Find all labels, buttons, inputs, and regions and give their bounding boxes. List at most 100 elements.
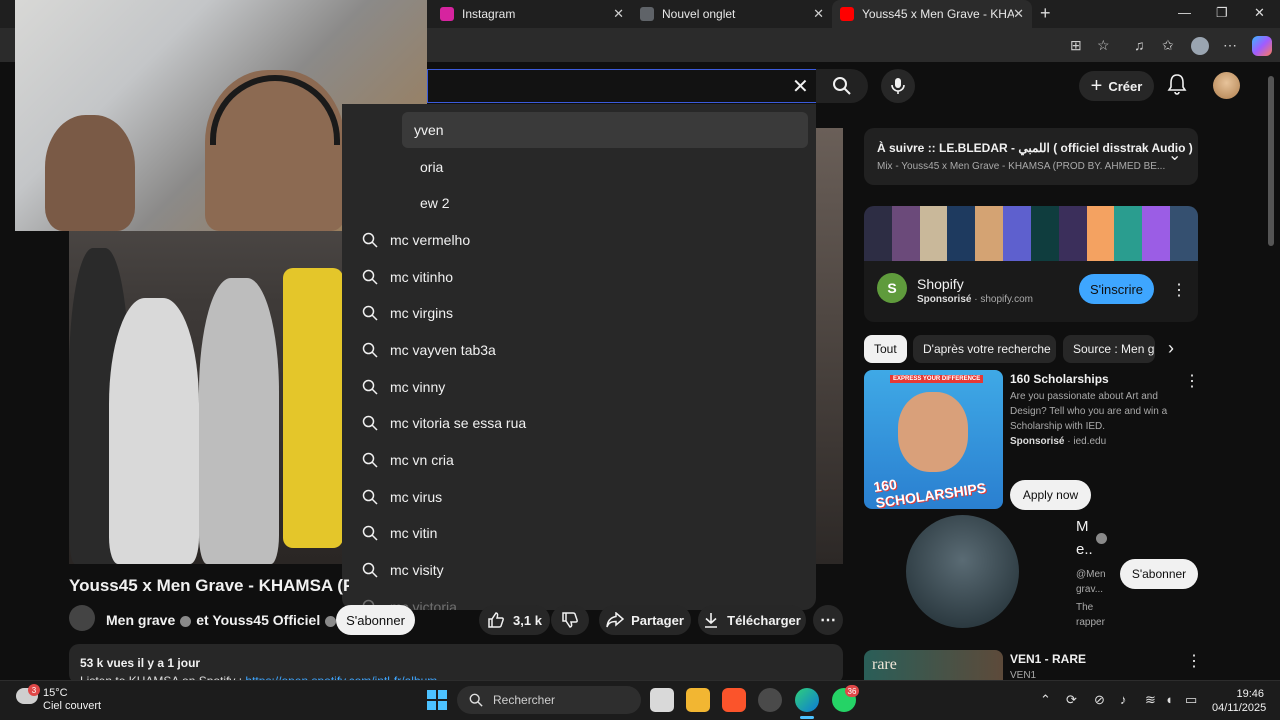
suggestion-item[interactable]: mc vitin <box>342 515 816 551</box>
suggestion-item[interactable]: mc vinny <box>342 369 816 405</box>
close-icon[interactable]: ✕ <box>1013 6 1024 22</box>
channel-name-line[interactable]: Men grave et Youss45 Officiel <box>106 612 341 628</box>
windows-start-icon[interactable] <box>427 690 447 710</box>
apps-icon[interactable]: ⊞ <box>1070 37 1082 54</box>
clear-search-icon[interactable]: ✕ <box>792 74 809 99</box>
notifications-button[interactable] <box>1167 73 1187 100</box>
chip-all[interactable]: Tout <box>864 335 907 363</box>
battery-icon[interactable]: ▭ <box>1185 692 1197 708</box>
signup-button[interactable]: S'inscrire <box>1079 274 1154 304</box>
search-icon <box>362 415 378 431</box>
like-count: 3,1 k <box>513 612 542 628</box>
more-vert-icon[interactable]: ⋮ <box>1184 371 1200 391</box>
scrollbar[interactable] <box>1267 66 1275 676</box>
mix-card[interactable]: À suivre :: LE.BLEDAR - اللمبي ( officie… <box>864 128 1198 185</box>
tab-youtube[interactable]: Youss45 x Men Grave - KHAMSA ✕ <box>832 0 1032 28</box>
suggestion-item[interactable]: mc vitinho <box>342 259 816 295</box>
file-explorer-icon[interactable] <box>686 688 710 712</box>
favorite-star-icon[interactable]: ☆ <box>1097 37 1110 54</box>
tab-instagram[interactable]: Instagram ✕ <box>432 0 632 28</box>
channel-name[interactable]: Men grave <box>106 612 175 628</box>
copilot-icon[interactable] <box>1252 36 1272 56</box>
suggestion-item[interactable]: mc visity <box>342 552 816 588</box>
channel-avatar-large[interactable] <box>906 515 1019 628</box>
rec-handle-1: @Men <box>1076 569 1106 580</box>
dislike-button[interactable] <box>551 605 589 635</box>
chevron-down-icon[interactable]: ⌄ <box>1168 145 1181 165</box>
brave-icon[interactable] <box>722 688 746 712</box>
apply-now-button[interactable]: Apply now <box>1010 480 1091 510</box>
chevron-right-icon[interactable]: › <box>1168 338 1174 359</box>
restore-button[interactable]: ❐ <box>1216 5 1228 21</box>
suggestion-item[interactable]: mc vayven tab3a <box>342 332 816 368</box>
profile-avatar[interactable] <box>1191 37 1209 55</box>
more-vert-icon[interactable]: ⋮ <box>1171 280 1187 300</box>
account-avatar[interactable] <box>1213 72 1240 99</box>
edge-icon[interactable] <box>795 688 819 712</box>
share-button[interactable]: Partager <box>599 605 691 635</box>
favorites-icon[interactable]: ✩ <box>1162 37 1174 54</box>
suggestion-item[interactable]: oria <box>342 149 816 185</box>
volume-icon[interactable]: ◖ <box>1165 692 1173 707</box>
more-icon[interactable]: ⋯ <box>1223 37 1237 54</box>
scrollbar-thumb[interactable] <box>1268 76 1274 246</box>
app-icon[interactable] <box>758 688 782 712</box>
extensions-icon[interactable]: ♫ <box>1134 37 1145 53</box>
new-tab-button[interactable]: + <box>1040 3 1051 24</box>
voice-search-button[interactable] <box>881 69 915 103</box>
shopify-ad[interactable]: S Shopify Sponsorisé · shopify.com <box>864 206 1198 322</box>
chevron-up-icon[interactable]: ⌃ <box>1040 692 1051 708</box>
shopify-logo: S <box>877 273 907 303</box>
wifi-icon[interactable]: ≋ <box>1145 692 1156 708</box>
microphone-icon[interactable]: ♪ <box>1120 692 1127 707</box>
search-suggestions: yven oria ew 2 mc vermelho mc vitinho mc… <box>342 104 816 610</box>
download-button[interactable]: Télécharger <box>698 605 806 635</box>
search-icon <box>362 452 378 468</box>
rec-desc-1: The <box>1076 602 1094 613</box>
rec-title[interactable]: VEN1 - RARE <box>1010 652 1086 666</box>
suggestion-item[interactable]: yven <box>402 112 808 148</box>
rec-channel-name-2[interactable]: e.. <box>1076 541 1093 558</box>
taskbar-search[interactable]: Rechercher <box>457 686 641 714</box>
description-box[interactable]: 53 k vues il y a 1 jour Listen to KHAMSA… <box>69 644 843 684</box>
chip-source[interactable]: Source : Men grave <box>1063 335 1155 363</box>
clock[interactable]: 19:46 04/11/2025 <box>1212 687 1266 715</box>
youtube-icon <box>840 7 854 21</box>
search-button[interactable] <box>816 69 868 103</box>
suggestion-item[interactable]: mc vermelho <box>342 222 816 258</box>
suggestion-item[interactable]: mc vitoria se essa rua <box>342 405 816 441</box>
close-icon[interactable]: ✕ <box>613 6 624 22</box>
sync-icon[interactable]: ⟳ <box>1066 692 1077 708</box>
instagram-icon <box>440 7 454 21</box>
suggestion-item[interactable]: ew 2 <box>342 185 816 221</box>
more-actions-button[interactable]: ⋯ <box>813 605 843 635</box>
tab-label: Instagram <box>462 7 516 21</box>
suggestion-item[interactable]: mc virus <box>342 479 816 515</box>
like-button[interactable]: 3,1 k <box>479 605 550 635</box>
search-icon <box>362 562 378 578</box>
close-icon[interactable]: ✕ <box>813 6 824 22</box>
create-button[interactable]: + Créer <box>1079 71 1154 101</box>
minimize-button[interactable]: — <box>1178 5 1191 20</box>
microphone-icon <box>891 78 905 94</box>
chip-search-related[interactable]: D'après votre recherche <box>913 335 1056 363</box>
more-vert-icon[interactable]: ⋮ <box>1186 651 1202 671</box>
subscribe-button[interactable]: S'abonner <box>1120 559 1198 589</box>
rec-channel-name-1[interactable]: M <box>1076 518 1089 535</box>
verified-icon <box>1096 533 1107 544</box>
window-close-button[interactable]: ✕ <box>1254 5 1265 21</box>
task-view-icon[interactable] <box>650 688 674 712</box>
tab-new-tab[interactable]: Nouvel onglet ✕ <box>632 0 832 28</box>
subscribe-button[interactable]: S'abonner <box>336 605 415 635</box>
view-count: 53 k vues il y a 1 jour <box>80 656 201 670</box>
rec-title[interactable]: 160 Scholarships <box>1010 372 1109 386</box>
search-icon <box>362 489 378 505</box>
search-input[interactable] <box>427 69 817 103</box>
suggestion-item[interactable]: mc virgins <box>342 295 816 331</box>
eye-off-icon[interactable]: ⊘ <box>1094 692 1105 708</box>
channel-collab[interactable]: et Youss45 Officiel <box>196 612 320 628</box>
channel-avatar[interactable] <box>69 605 95 631</box>
suggestion-item[interactable]: mc vn cria <box>342 442 816 478</box>
video-thumbnail[interactable]: EXPRESS YOUR DIFFERENCE 160 SCHOLARSHIPS <box>864 370 1003 509</box>
rec-desc-2: rapper <box>1076 617 1105 628</box>
